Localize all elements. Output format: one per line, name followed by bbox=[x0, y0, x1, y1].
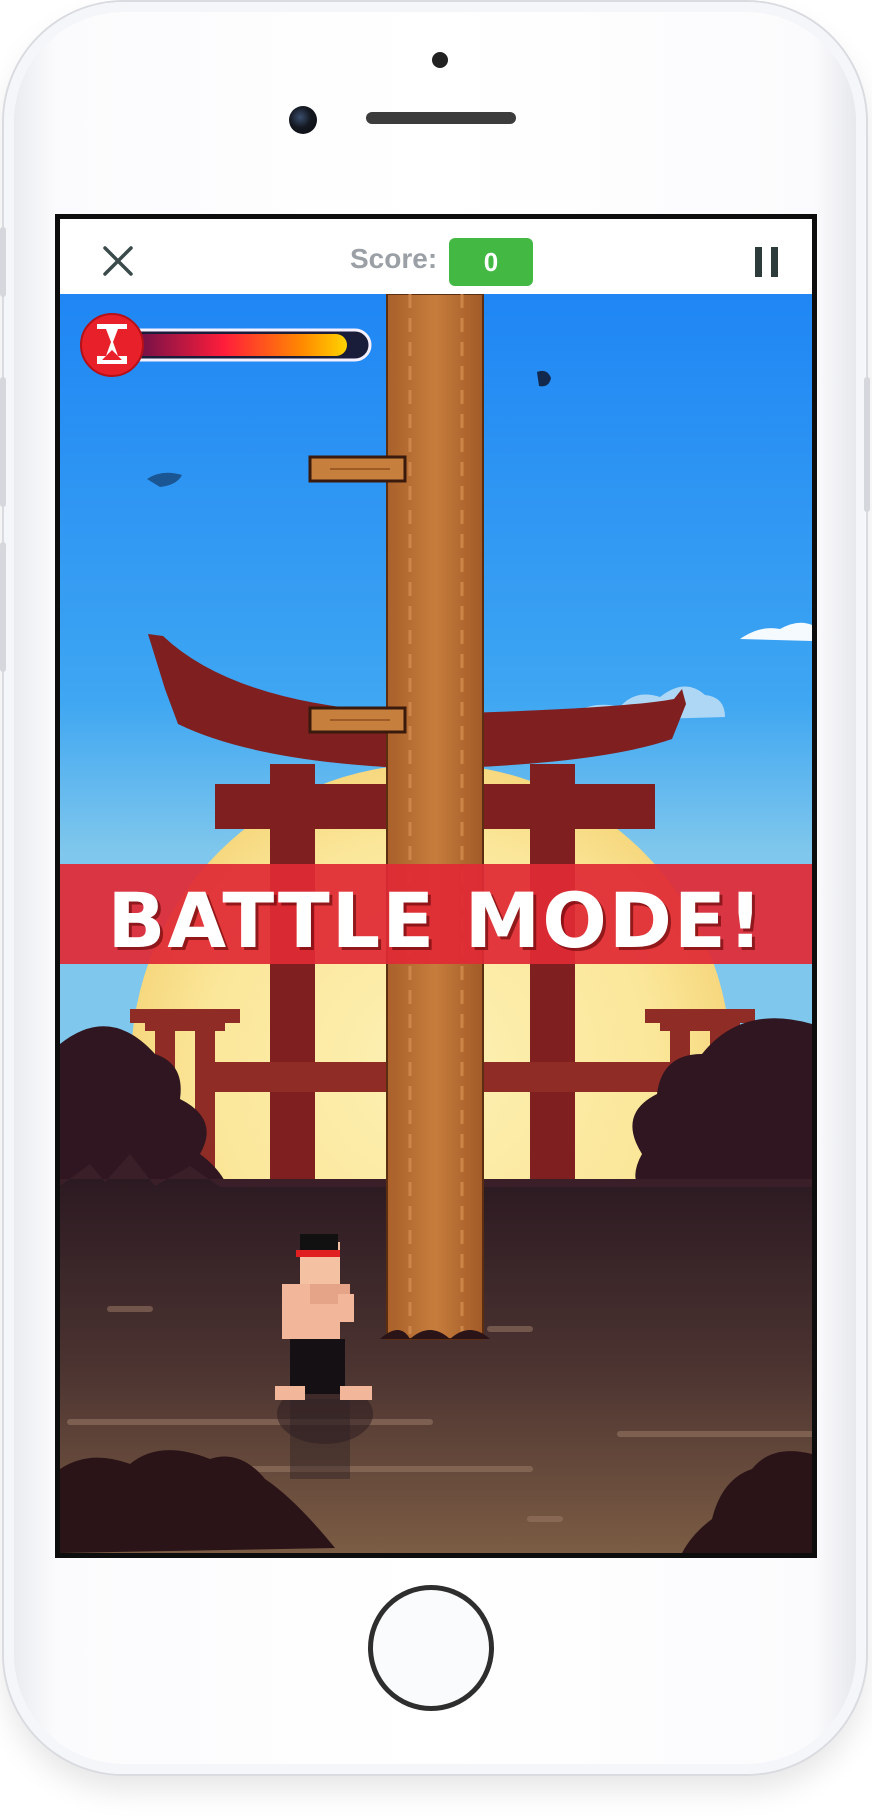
earpiece-speaker bbox=[366, 112, 516, 124]
home-button[interactable] bbox=[368, 1585, 494, 1711]
proximity-sensor bbox=[432, 52, 448, 68]
game-topbar: Score: 0 bbox=[60, 219, 812, 294]
front-camera bbox=[289, 106, 317, 134]
volume-up-button bbox=[0, 377, 6, 507]
volume-down-button bbox=[0, 542, 6, 672]
score-value: 0 bbox=[449, 238, 533, 286]
branch-lower bbox=[308, 706, 407, 734]
branch-upper bbox=[308, 455, 407, 483]
hourglass-icon bbox=[80, 313, 144, 377]
power-button bbox=[864, 377, 870, 512]
mute-switch bbox=[0, 227, 6, 297]
battle-mode-text: BATTLE MODE! bbox=[107, 876, 765, 965]
pause-icon[interactable] bbox=[755, 247, 779, 277]
close-icon[interactable] bbox=[102, 245, 134, 277]
timer-bar bbox=[118, 328, 372, 362]
score-label: Score: bbox=[350, 243, 438, 274]
phone-screen: Score: 0 BATTLE MODE! bbox=[55, 214, 817, 1558]
game-canvas[interactable]: BATTLE MODE! bbox=[60, 294, 812, 1553]
